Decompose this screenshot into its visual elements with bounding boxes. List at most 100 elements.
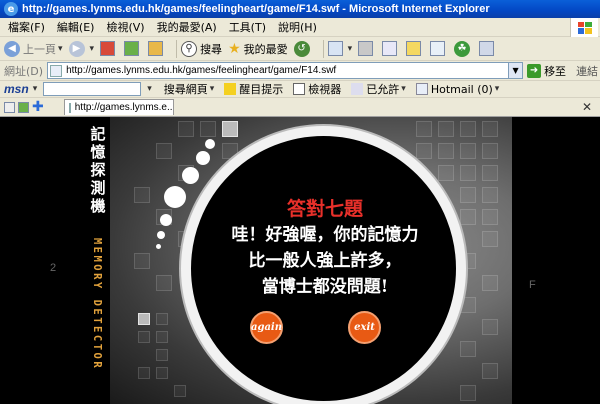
- close-tab-icon[interactable]: ✕: [582, 100, 592, 114]
- chevron-down-icon[interactable]: ▾: [147, 84, 152, 94]
- grid-tile: [438, 121, 454, 137]
- home-button[interactable]: [148, 41, 166, 56]
- menu-file[interactable]: 檔案(F): [8, 19, 45, 35]
- menu-view[interactable]: 檢視(V): [106, 19, 144, 35]
- grid-tile: [222, 121, 238, 137]
- menu-favorites[interactable]: 我的最愛(A): [157, 19, 217, 35]
- stop-button[interactable]: [100, 41, 118, 56]
- right-letter: F: [529, 279, 536, 291]
- menu-bar: 檔案(F) 編輯(E) 檢視(V) 我的最愛(A) 工具(T) 說明(H): [0, 18, 600, 37]
- search-icon: ⚲: [181, 40, 198, 57]
- toolbar-separator: [176, 39, 178, 58]
- grid-tile: [156, 349, 168, 361]
- grid-tile: [460, 165, 476, 181]
- media-button[interactable]: [479, 41, 497, 56]
- grid-tile: [482, 319, 498, 335]
- decorative-dot: [164, 186, 186, 208]
- grid-tile: [416, 121, 432, 137]
- forward-button[interactable]: ▶ ▾: [68, 40, 94, 57]
- address-input[interactable]: http://games.lynms.edu.hk/games/feelingh…: [47, 62, 510, 79]
- msn-popup-allowed-button[interactable]: 已允許 ▾: [351, 81, 406, 97]
- decorative-dot: [160, 214, 172, 226]
- menu-tools[interactable]: 工具(T): [229, 19, 266, 35]
- history-button[interactable]: ↺: [293, 40, 313, 57]
- msn-toolbar: msn ▾ ▾ 搜尋網頁 ▾ 醒目提示 檢視器 已允許 ▾ Hotmail (0…: [0, 81, 600, 98]
- decorative-dot: [196, 151, 210, 165]
- decorative-dot: [182, 167, 199, 184]
- home-icon: [148, 41, 164, 56]
- popup-blocker-icon: [351, 83, 364, 95]
- grid-tile: [416, 143, 432, 159]
- window-title: http://games.lynms.edu.hk/games/feelingh…: [22, 3, 490, 15]
- new-tab-icon[interactable]: ✚: [32, 99, 44, 115]
- chevron-down-icon[interactable]: ▾: [33, 84, 38, 94]
- standard-toolbar: ◀ 上一頁 ▾ ▶ ▾ ⚲ 搜尋 ★ 我的最愛 ↺ ▾ ☘: [0, 37, 600, 61]
- chevron-down-icon: ▾: [494, 84, 500, 94]
- viewer-icon: [293, 83, 306, 95]
- exit-button[interactable]: exit: [348, 311, 381, 344]
- chevron-down-icon: ▾: [58, 43, 63, 54]
- research-button[interactable]: [430, 41, 448, 56]
- edit-button[interactable]: [382, 41, 400, 56]
- print-button[interactable]: [358, 41, 376, 56]
- grid-tile: [460, 209, 476, 225]
- windows-logo-icon: [570, 18, 598, 37]
- tab-current[interactable]: http://games.lynms.e...: [63, 99, 174, 115]
- again-button[interactable]: again: [250, 311, 283, 344]
- grid-tile: [482, 209, 498, 225]
- grid-tile: [482, 187, 498, 203]
- refresh-button[interactable]: [124, 41, 142, 56]
- grid-tile: [482, 275, 498, 291]
- tab-list-icon[interactable]: [4, 101, 15, 113]
- grid-tile: [138, 367, 150, 379]
- viewer-label: 檢視器: [308, 83, 342, 96]
- grid-tile: [482, 363, 498, 379]
- msn-search-input[interactable]: [43, 82, 142, 96]
- grid-tile: [174, 385, 186, 397]
- discuss-icon: [406, 41, 422, 56]
- hotmail-label: Hotmail (0): [430, 82, 493, 96]
- game-vertical-subtitle: MEMORY DETECTOR: [87, 209, 107, 399]
- grid-tile: [482, 231, 498, 247]
- address-label: 網址(D): [4, 64, 44, 78]
- mail-button[interactable]: ▾: [327, 41, 352, 56]
- refresh-icon: [124, 41, 140, 56]
- back-label: 上一頁: [23, 42, 56, 56]
- favorites-button[interactable]: ★ 我的最愛: [228, 41, 288, 57]
- research-icon: [430, 41, 446, 56]
- go-button[interactable]: ➜ 移至: [527, 63, 566, 79]
- search-button[interactable]: ⚲ 搜尋: [181, 40, 222, 57]
- back-button[interactable]: ◀ 上一頁 ▾: [4, 40, 63, 57]
- messenger-button[interactable]: ☘: [454, 40, 473, 57]
- chevron-down-icon: ▾: [209, 84, 215, 94]
- messenger-icon: ☘: [454, 40, 471, 57]
- grid-tile: [156, 367, 168, 379]
- menu-help[interactable]: 說明(H): [278, 19, 317, 35]
- grid-tile: [134, 253, 150, 269]
- page-icon: [50, 64, 63, 77]
- grid-tile: [438, 165, 454, 181]
- grid-tile: [134, 187, 150, 203]
- hotmail-icon: [415, 83, 428, 95]
- msn-highlight-button[interactable]: 醒目提示: [224, 81, 283, 97]
- grid-tile: [460, 341, 476, 357]
- msn-search-web-button[interactable]: 搜尋網頁 ▾: [164, 81, 215, 97]
- allowed-label: 已允許: [366, 83, 400, 96]
- browser-content: 2 F 記 憶 探 測 機 MEMORY DETECTOR 答對七題 哇！好強喔…: [0, 117, 600, 404]
- discuss-button[interactable]: [406, 41, 424, 56]
- msn-logo[interactable]: msn: [4, 82, 29, 96]
- tab-refresh-icon[interactable]: [18, 101, 29, 113]
- address-bar: 網址(D) http://games.lynms.edu.hk/games/fe…: [0, 61, 600, 81]
- window-title-bar[interactable]: e http://games.lynms.edu.hk/games/feelin…: [0, 0, 600, 18]
- menu-edit[interactable]: 編輯(E): [57, 19, 95, 35]
- history-icon: ↺: [293, 40, 310, 57]
- grid-tile: [138, 331, 150, 343]
- links-button[interactable]: 連結: [576, 63, 598, 79]
- grid-tile: [460, 143, 476, 159]
- address-dropdown-icon[interactable]: ▼: [509, 62, 524, 79]
- grid-tile: [460, 187, 476, 203]
- address-url: http://games.lynms.edu.hk/games/feelingh…: [66, 65, 337, 76]
- grid-tile: [482, 143, 498, 159]
- msn-hotmail-button[interactable]: Hotmail (0) ▾: [415, 82, 500, 96]
- msn-viewer-button[interactable]: 檢視器: [293, 81, 341, 97]
